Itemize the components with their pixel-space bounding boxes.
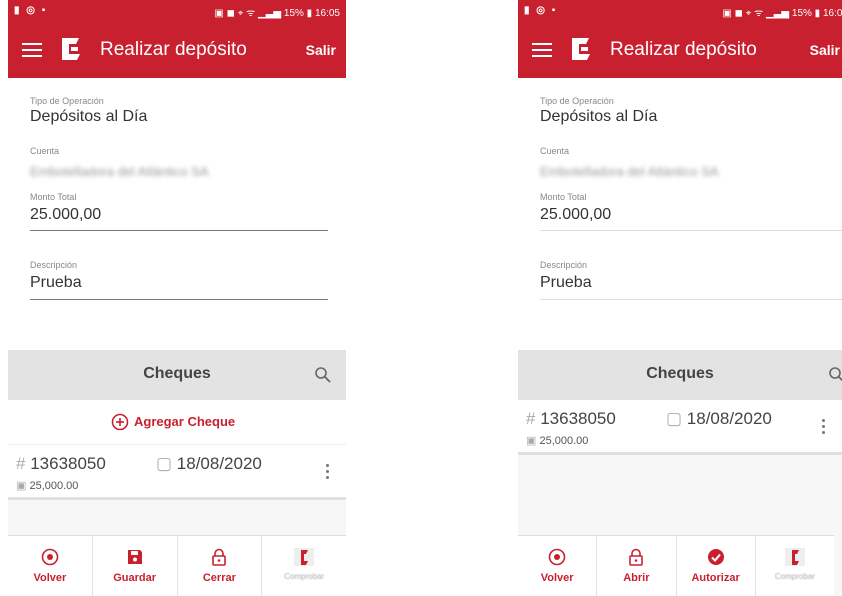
save-button[interactable]: Guardar [93, 536, 178, 596]
add-circle-icon [111, 413, 129, 431]
cheque-list-item[interactable]: # 13638050 ▢ 18/08/2020 ▣ 25,000.00 [518, 400, 842, 455]
hamburger-menu-icon[interactable] [532, 39, 552, 59]
search-icon[interactable] [314, 366, 332, 384]
cheque-date: ▢ 18/08/2020 [666, 409, 772, 428]
check-circle-icon [707, 549, 724, 565]
total-amount-input[interactable]: 25.000,00 [30, 206, 101, 224]
description-label: Descripción [540, 260, 588, 270]
cheque-number: # 13638050 [16, 454, 106, 473]
deposit-form: Tipo de Operación Depósitos al Día Cuent… [518, 78, 842, 350]
page-title: Realizar depósito [610, 39, 757, 60]
app-bar: Realizar depósito Salir [8, 22, 346, 78]
cheque-date: ▢ 18/08/2020 [156, 454, 262, 473]
money-icon: ▣ [526, 435, 537, 447]
description-label: Descripción [30, 260, 78, 270]
cheques-section-title: Cheques [143, 365, 211, 382]
cheque-number: # 13638050 [526, 409, 616, 428]
account-label: Cuenta [30, 146, 60, 156]
cheque-list-item[interactable]: # 13638050 ▢ 18/08/2020 ▣ 25,000.00 [8, 445, 346, 500]
search-icon[interactable] [828, 366, 842, 384]
back-button[interactable]: Volver [518, 536, 598, 596]
more-vert-icon[interactable] [822, 416, 826, 437]
total-amount-underline [30, 230, 328, 231]
lock-icon [212, 548, 227, 566]
page-title: Realizar depósito [100, 39, 247, 60]
add-cheque-label: Agregar Cheque [134, 414, 236, 429]
brand-icon [784, 548, 805, 566]
back-circle-icon [41, 548, 59, 566]
status-icons-right: ▣ ◼ ⌖ ᯤ ▁▃▅ 15% ▮ 16:05 [214, 8, 340, 19]
cheques-section-header: Cheques [8, 350, 346, 400]
bank-logo-icon [62, 38, 80, 60]
authorize-button[interactable]: Autorizar [677, 536, 756, 596]
total-amount-value: 25.000,00 [540, 206, 612, 223]
status-bar: ▮ ◎ ▪ ▣ ◼ ⌖ ᯤ ▁▃▅ 15% ▮ 16:06 [518, 0, 842, 22]
status-icons-left: ▮ ◎ ▪ [524, 5, 558, 16]
operation-type-label: Tipo de Operación [30, 96, 104, 106]
exit-button[interactable]: Salir [306, 42, 336, 58]
status-bar: ▮ ◎ ▪ ▣ ◼ ⌖ ᯤ ▁▃▅ 15% ▮ 16:05 [8, 0, 346, 22]
add-cheque-button[interactable]: Agregar Cheque [8, 400, 346, 445]
exit-button[interactable]: Salir [810, 42, 840, 58]
total-amount-label: Monto Total [540, 192, 587, 202]
brand-button[interactable]: Comprobar [756, 536, 834, 596]
bottom-toolbar: Volver Abrir Autorizar Comprobar [518, 535, 834, 596]
status-icons-left: ▮ ◎ ▪ [14, 5, 48, 16]
bottom-toolbar: Volver Guardar Cerrar Comprobar [8, 535, 346, 596]
cheques-section-header: Cheques [518, 350, 842, 400]
account-value: Embotelladora del Atlántico SA [540, 164, 719, 179]
cheque-amount: ▣ 25,000.00 [526, 435, 589, 447]
cheques-section-title: Cheques [646, 365, 714, 382]
calendar-icon: ▢ [156, 454, 173, 473]
operation-type-value: Depósitos al Día [540, 108, 658, 125]
operation-type-label: Tipo de Operación [540, 96, 614, 106]
account-label: Cuenta [540, 146, 570, 156]
back-circle-icon [548, 548, 566, 566]
open-button[interactable]: Abrir [597, 536, 677, 596]
status-icons-right: ▣ ◼ ⌖ ᯤ ▁▃▅ 15% ▮ 16:06 [722, 8, 842, 19]
save-icon [127, 550, 142, 564]
phone-screen-right: ▮ ◎ ▪ ▣ ◼ ⌖ ᯤ ▁▃▅ 15% ▮ 16:06 Realizar d… [518, 0, 842, 596]
operation-type-value: Depósitos al Día [30, 108, 148, 125]
deposit-form: Tipo de Operación Depósitos al Día Cuent… [8, 78, 346, 350]
bank-logo-icon [572, 38, 590, 60]
brand-button[interactable]: Comprobar [262, 536, 346, 596]
description-input[interactable]: Prueba [30, 274, 82, 292]
calendar-icon: ▢ [666, 409, 683, 428]
money-icon: ▣ [16, 480, 27, 492]
back-button[interactable]: Volver [8, 536, 93, 596]
phone-screen-left: ▮ ◎ ▪ ▣ ◼ ⌖ ᯤ ▁▃▅ 15% ▮ 16:05 Realizar d… [8, 0, 346, 596]
hamburger-menu-icon[interactable] [22, 39, 42, 59]
unlock-icon [629, 548, 644, 566]
hash-icon: # [16, 454, 26, 473]
close-button[interactable]: Cerrar [178, 536, 263, 596]
cheque-amount: ▣ 25,000.00 [16, 480, 79, 492]
account-value: Embotelladora del Atlántico SA [30, 164, 209, 179]
app-bar: Realizar depósito Salir [518, 22, 842, 78]
brand-icon [294, 548, 315, 566]
total-amount-underline [540, 230, 842, 231]
description-value: Prueba [540, 274, 592, 291]
description-underline [30, 299, 328, 300]
total-amount-label: Monto Total [30, 192, 77, 202]
hash-icon: # [526, 409, 536, 428]
more-vert-icon[interactable] [326, 461, 330, 482]
description-underline [540, 299, 842, 300]
